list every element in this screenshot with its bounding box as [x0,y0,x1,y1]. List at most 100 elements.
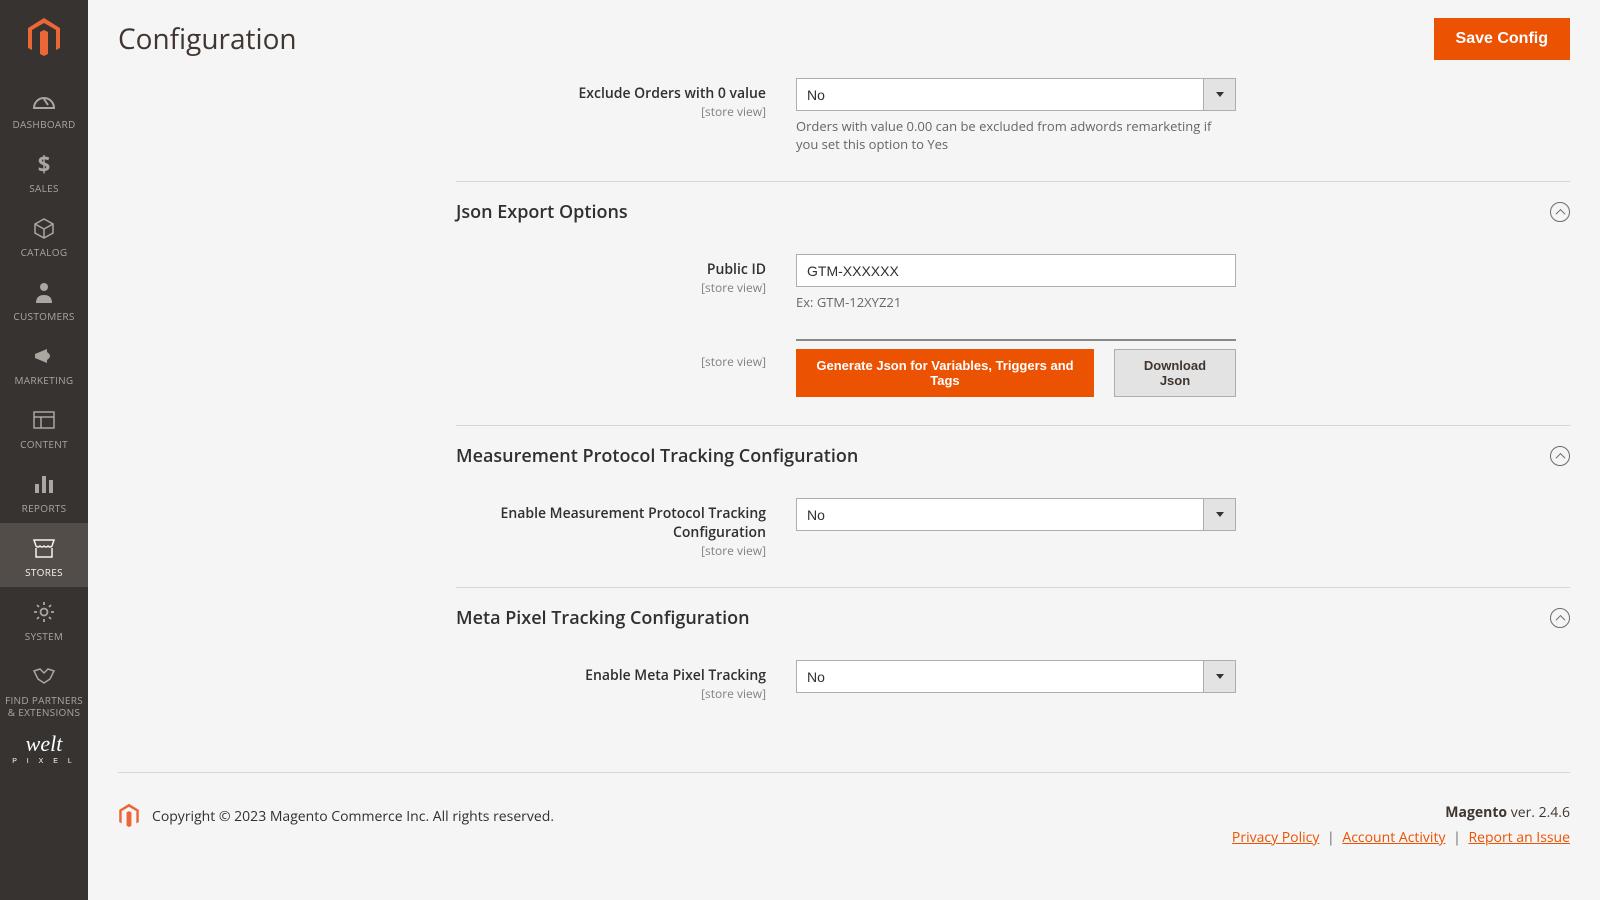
sidebar-item-stores[interactable]: STORES [0,523,88,587]
field-label-col: Enable Meta Pixel Tracking [store view] [456,660,796,702]
sidebar-label: SYSTEM [25,630,63,642]
bar-chart-icon [30,470,58,498]
welt-text: welt [26,731,63,756]
magento-logo[interactable] [0,0,88,75]
store-icon [30,534,58,562]
person-icon [30,278,58,306]
sidebar-label: MARKETING [15,374,74,386]
report-issue-link[interactable]: Report an Issue [1468,828,1570,847]
collapse-icon [1550,608,1570,628]
field-label-col: Exclude Orders with 0 value [store view] [456,78,796,153]
content: Exclude Orders with 0 value [store view]… [88,68,1600,897]
field-scope: [store view] [456,353,766,370]
generate-json-button[interactable]: Generate Json for Variables, Triggers an… [796,349,1094,397]
footer-brand: Magento [1445,803,1507,822]
separator: | [1327,828,1335,847]
section-title: Meta Pixel Tracking Configuration [456,606,750,630]
dollar-icon: $ [30,150,58,178]
field-scope: [store view] [456,103,766,120]
page: Configuration Save Config Exclude Orders… [88,0,1600,900]
sidebar-label: REPORTS [22,502,67,514]
sidebar-item-find-partners[interactable]: FIND PARTNERS & EXTENSIONS [0,651,88,727]
field-enable-measurement: Enable Measurement Protocol Tracking Con… [456,476,1570,569]
footer: Copyright © 2023 Magento Commerce Inc. A… [118,772,1570,867]
sidebar-label: FIND PARTNERS & EXTENSIONS [4,694,84,718]
select-wrap: No [796,660,1236,693]
copyright-text: Copyright © 2023 Magento Commerce Inc. A… [152,807,554,826]
welt-sub: P I X E L [12,758,76,765]
field-control-col: No Orders with value 0.00 can be exclude… [796,78,1236,153]
collapse-icon [1550,446,1570,466]
section-title: Json Export Options [456,200,628,224]
field-label-col: Enable Measurement Protocol Tracking Con… [456,498,796,559]
sidebar-item-reports[interactable]: REPORTS [0,459,88,523]
gear-icon [30,598,58,626]
save-config-button[interactable]: Save Config [1434,18,1570,60]
field-label: Enable Measurement Protocol Tracking Con… [501,504,766,542]
dashboard-icon [30,86,58,114]
field-control-col: Generate Json for Variables, Triggers an… [796,339,1236,397]
sidebar-item-customers[interactable]: CUSTOMERS [0,267,88,331]
field-note: Ex: GTM-12XYZ21 [796,293,1216,311]
handshake-icon [30,662,58,690]
button-row-border: Generate Json for Variables, Triggers an… [796,339,1236,397]
download-json-button[interactable]: Download Json [1114,349,1236,397]
account-activity-link[interactable]: Account Activity [1342,828,1445,847]
button-row: Generate Json for Variables, Triggers an… [796,349,1236,397]
sidebar-item-content[interactable]: CONTENT [0,395,88,459]
public-id-input[interactable] [796,254,1236,287]
page-header: Configuration Save Config [88,0,1600,68]
field-scope: [store view] [456,279,766,296]
field-exclude-orders: Exclude Orders with 0 value [store view]… [456,68,1570,163]
field-label-col: [store view] [456,339,796,397]
field-label-col: Public ID [store view] [456,254,796,311]
sidebar: DASHBOARD $ SALES CATALOG CUSTOMERS MARK… [0,0,88,900]
field-scope: [store view] [456,685,766,702]
privacy-policy-link[interactable]: Privacy Policy [1232,828,1319,847]
footer-left: Copyright © 2023 Magento Commerce Inc. A… [118,803,554,829]
footer-version: Magento ver. 2.4.6 [1232,803,1570,822]
sidebar-label: STORES [25,566,63,578]
field-enable-meta-pixel: Enable Meta Pixel Tracking [store view] … [456,638,1570,712]
section-meta-pixel[interactable]: Meta Pixel Tracking Configuration [456,587,1570,638]
sidebar-item-system[interactable]: SYSTEM [0,587,88,651]
field-label: Public ID [707,260,766,279]
welt-logo[interactable]: welt P I X E L [12,733,76,765]
exclude-orders-select[interactable]: No [796,78,1236,111]
separator: | [1453,828,1461,847]
section-title: Measurement Protocol Tracking Configurat… [456,444,858,468]
footer-right: Magento ver. 2.4.6 Privacy Policy | Acco… [1232,803,1570,847]
magento-logo-icon [26,18,62,58]
collapse-icon [1550,202,1570,222]
sidebar-label: CONTENT [20,438,68,450]
page-title: Configuration [118,20,297,58]
enable-meta-pixel-select[interactable]: No [796,660,1236,693]
field-public-id: Public ID [store view] Ex: GTM-12XYZ21 [456,232,1570,321]
field-note: Orders with value 0.00 can be excluded f… [796,117,1216,153]
select-wrap: No [796,78,1236,111]
enable-measurement-select[interactable]: No [796,498,1236,531]
sidebar-item-catalog[interactable]: CATALOG [0,203,88,267]
footer-ver-text: ver. 2.4.6 [1507,803,1570,822]
magento-small-logo-icon [118,803,140,829]
select-wrap: No [796,498,1236,531]
sidebar-label: SALES [29,182,59,194]
field-generate-json: [store view] Generate Json for Variables… [456,321,1570,407]
field-control-col: Ex: GTM-12XYZ21 [796,254,1236,311]
sidebar-item-dashboard[interactable]: DASHBOARD [0,75,88,139]
box-icon [30,214,58,242]
svg-text:$: $ [38,152,51,176]
sidebar-item-sales[interactable]: $ SALES [0,139,88,203]
field-control-col: No [796,498,1236,559]
footer-links: Privacy Policy | Account Activity | Repo… [1232,828,1570,847]
sidebar-item-marketing[interactable]: MARKETING [0,331,88,395]
field-control-col: No [796,660,1236,702]
layout-icon [30,406,58,434]
sidebar-label: CUSTOMERS [13,310,74,322]
field-label: Exclude Orders with 0 value [578,84,766,103]
section-measurement-protocol[interactable]: Measurement Protocol Tracking Configurat… [456,425,1570,476]
config-form: Exclude Orders with 0 value [store view]… [456,68,1570,712]
sidebar-label: DASHBOARD [12,118,75,130]
field-label: Enable Meta Pixel Tracking [585,666,766,685]
section-json-export[interactable]: Json Export Options [456,181,1570,232]
